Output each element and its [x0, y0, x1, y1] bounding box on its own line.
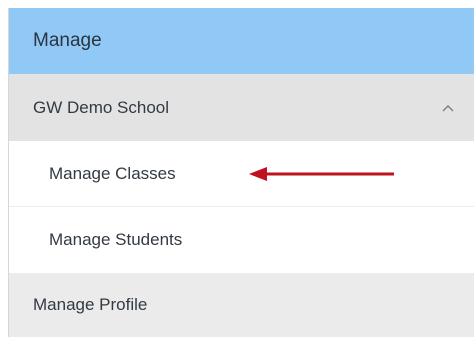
manage-students-label: Manage Students	[49, 230, 183, 249]
manage-header: Manage	[9, 8, 474, 74]
manage-classes-label: Manage Classes	[49, 163, 176, 183]
manage-classes-link[interactable]: Manage Classes	[9, 141, 474, 207]
school-group-label: GW Demo School	[33, 97, 170, 117]
manage-header-title: Manage	[33, 30, 102, 51]
red-pointer-arrow-icon	[249, 167, 394, 181]
manage-students-link[interactable]: Manage Students	[9, 207, 474, 273]
manage-profile-label: Manage Profile	[33, 295, 148, 314]
manage-sidebar-panel: Manage GW Demo School Manage Classes Man…	[8, 8, 474, 337]
school-group-toggle[interactable]: GW Demo School	[9, 74, 474, 141]
chevron-up-icon[interactable]	[440, 100, 456, 116]
manage-profile-link[interactable]: Manage Profile	[9, 273, 474, 337]
